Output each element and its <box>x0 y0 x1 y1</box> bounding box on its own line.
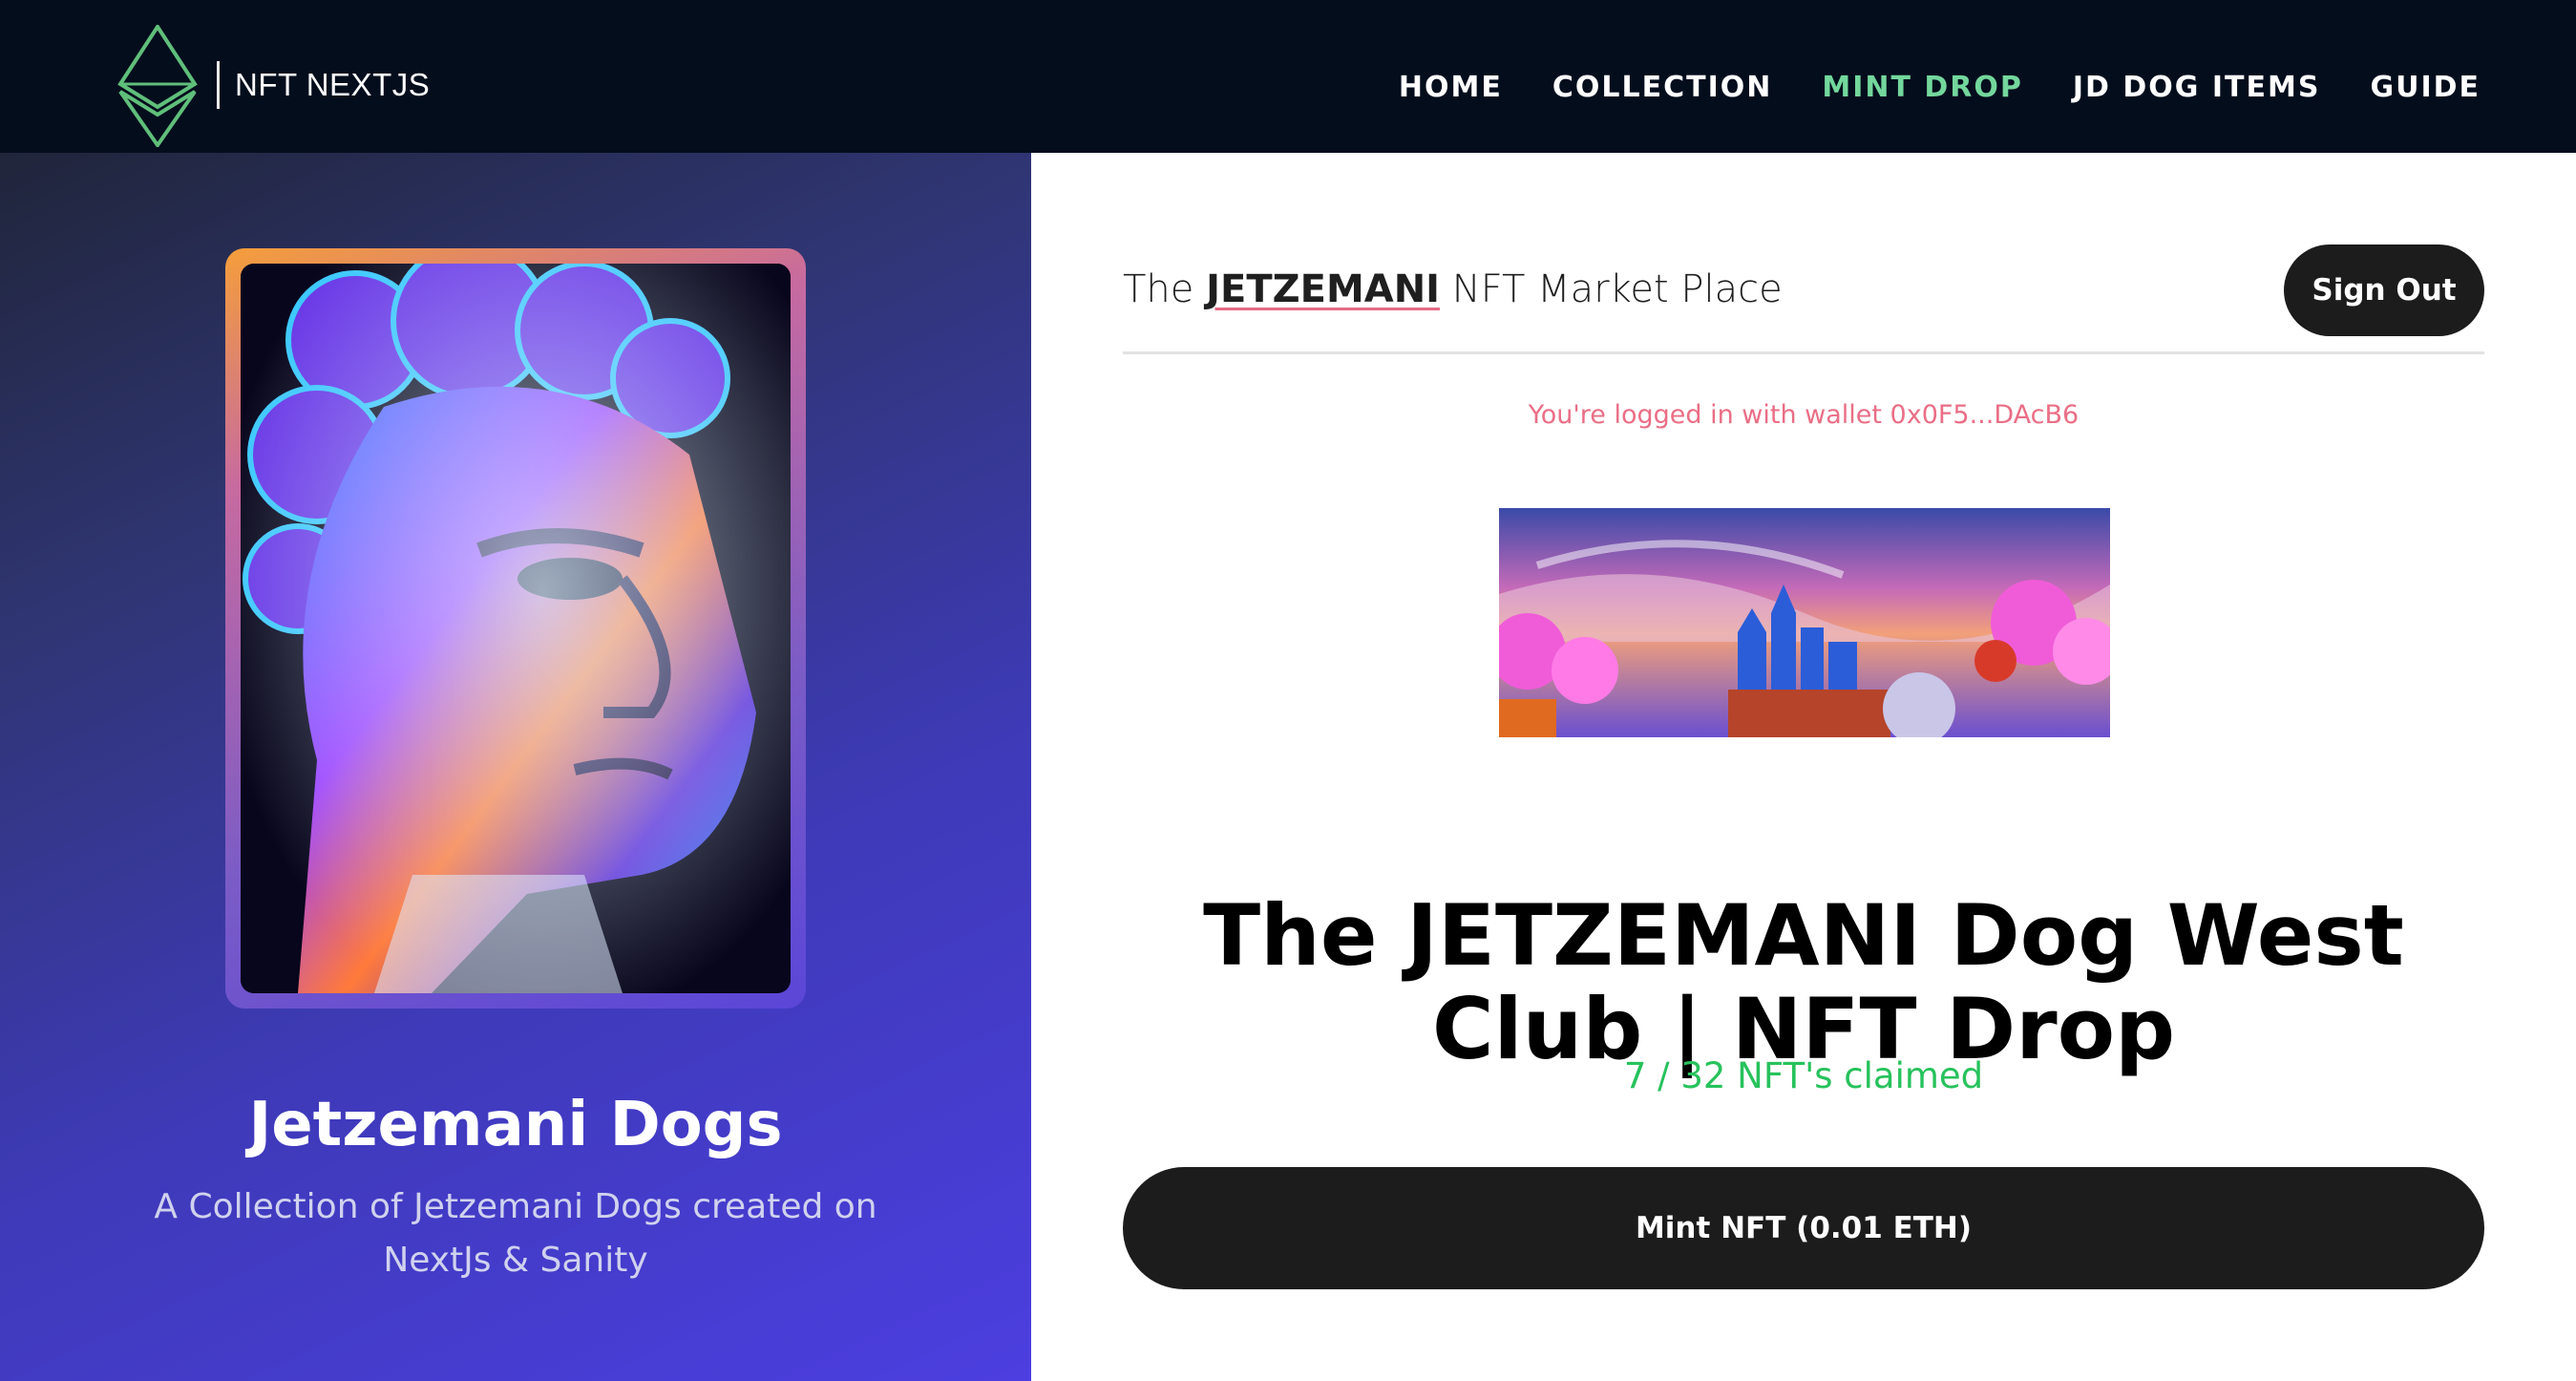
marketplace-title[interactable]: The JETZEMANI NFT Market Place <box>1123 267 1783 311</box>
top-navigation-bar: NFT NEXTJS HOME COLLECTION MINT DROP JD … <box>0 0 2576 153</box>
marketplace-title-suffix: NFT Market Place <box>1451 267 1783 311</box>
collection-name: Jetzemani Dogs <box>248 1089 783 1160</box>
main-nav: HOME COLLECTION MINT DROP JD DOG ITEMS G… <box>1399 71 2481 104</box>
collection-panel: Jetzemani Dogs A Collection of Jetzemani… <box>0 153 1031 1381</box>
logo-divider <box>217 61 220 109</box>
ethereum-diamond-icon[interactable] <box>116 25 199 147</box>
header-divider <box>1123 351 2484 354</box>
nav-collection[interactable]: COLLECTION <box>1552 71 1773 104</box>
sign-out-button[interactable]: Sign Out <box>2284 244 2484 336</box>
brand-name[interactable]: NFT NEXTJS <box>235 67 430 103</box>
claimed-counter: 7 / 32 NFT's claimed <box>1623 1055 1984 1096</box>
nav-home[interactable]: HOME <box>1399 71 1503 104</box>
marketplace-title-brand: JETZEMANI <box>1206 267 1441 311</box>
collection-image-frame <box>225 248 806 1009</box>
wallet-status: You're logged in with wallet 0x0F5...DAc… <box>1528 400 2080 430</box>
nav-guide[interactable]: GUIDE <box>2370 71 2481 104</box>
nav-mint-drop[interactable]: MINT DROP <box>1822 71 2023 104</box>
collection-description: A Collection of Jetzemani Dogs created o… <box>154 1187 877 1280</box>
nav-jd-dog-items[interactable]: JD DOG ITEMS <box>2073 71 2321 104</box>
mint-nft-button[interactable]: Mint NFT (0.01 ETH) <box>1123 1167 2484 1289</box>
collection-image <box>241 264 791 993</box>
marketplace-title-prefix: The <box>1123 267 1194 311</box>
drop-banner-image <box>1499 508 2110 737</box>
drop-title: The JETZEMANI Dog West Club | NFT Drop <box>1203 886 2404 1079</box>
